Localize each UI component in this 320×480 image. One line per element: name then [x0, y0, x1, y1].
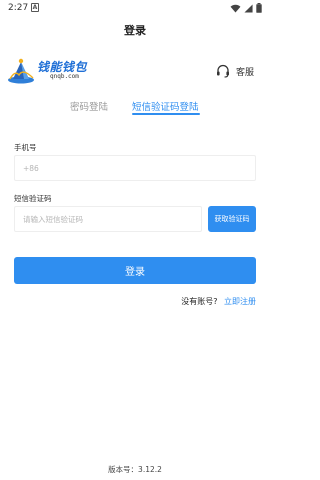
version-text: 版本号：3.12.2: [108, 465, 162, 474]
logo-mark-icon: [8, 58, 34, 84]
get-code-button[interactable]: 获取验证码: [208, 206, 256, 232]
active-tab-indicator: [132, 113, 200, 115]
register-row: 没有账号? 立即注册: [181, 296, 256, 307]
customer-service-button[interactable]: 客服: [216, 64, 254, 78]
login-tabs: 密码登陆 短信验证码登陆: [0, 99, 270, 119]
wifi-icon: [230, 4, 241, 13]
tab-sms-login[interactable]: 短信验证码登陆: [132, 99, 199, 113]
status-time: 2:27: [8, 3, 29, 13]
logo-subtitle: qnqb.com: [50, 73, 79, 80]
notification-a-icon: A: [31, 3, 39, 12]
app-logo: 钱能钱包 qnqb.com: [7, 56, 102, 84]
customer-service-label: 客服: [235, 67, 254, 78]
status-bar: 2:27 A: [0, 0, 270, 18]
phone-input-box: [14, 155, 256, 181]
status-icons: [230, 3, 262, 13]
sms-code-input-box: [14, 206, 202, 232]
login-button[interactable]: 登录: [14, 257, 256, 284]
tab-password-login[interactable]: 密码登陆: [70, 99, 108, 113]
sms-code-input[interactable]: [15, 207, 201, 232]
phone-label: 手机号: [14, 143, 37, 152]
battery-icon: [256, 3, 262, 13]
phone-input[interactable]: [15, 156, 255, 181]
page-title: 登录: [124, 24, 146, 37]
headset-icon: [216, 64, 229, 78]
no-account-text: 没有账号?: [181, 297, 218, 306]
sms-code-label: 短信验证码: [14, 194, 52, 203]
signal-icon: [244, 3, 253, 13]
register-link[interactable]: 立即注册: [224, 297, 256, 306]
